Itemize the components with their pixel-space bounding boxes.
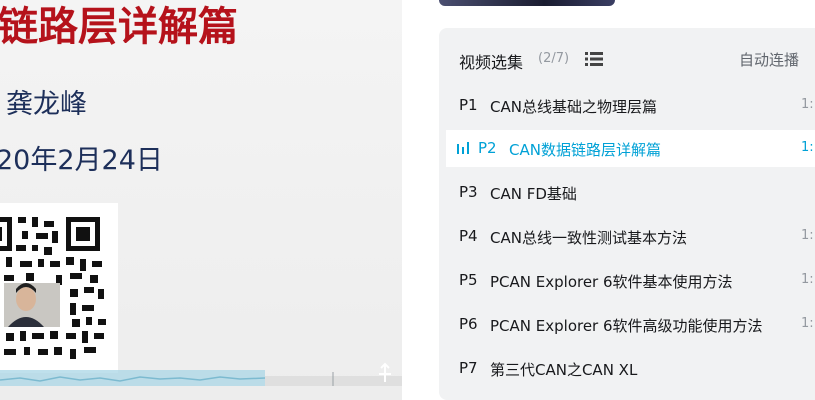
episode-duration: 1: xyxy=(801,316,814,331)
episode-number: P2 xyxy=(478,139,497,157)
episode-duration: 1: xyxy=(801,140,814,155)
episode-title: CAN数据链路层详解篇 xyxy=(509,141,661,159)
drag-handle-icon[interactable] xyxy=(376,362,394,384)
autoplay-toggle[interactable]: 自动连播 xyxy=(739,49,799,70)
episode-item[interactable]: P4 CAN总线一致性测试基本方法 1: xyxy=(439,218,815,255)
episode-title: PCAN Explorer 6软件高级功能使用方法 xyxy=(490,317,763,335)
episode-item[interactable]: P2 CAN数据链路层详解篇 1: xyxy=(446,130,815,167)
episode-duration: 1: xyxy=(801,272,814,287)
episode-item[interactable]: P1 CAN总线基础之物理层篇 1: xyxy=(439,87,815,124)
episode-item[interactable]: P6 PCAN Explorer 6软件高级功能使用方法 1: xyxy=(439,306,815,343)
episode-panel: 视频选集 (2/7) 自动连播 P1 CAN总线基础之物理层篇 1: P2 CAN数据链… xyxy=(439,28,815,400)
thumbnail-strip xyxy=(439,0,615,6)
playing-bars-icon xyxy=(457,142,469,154)
episode-number: P4 xyxy=(459,227,478,245)
episode-title: CAN总线基础之物理层篇 xyxy=(490,98,657,116)
episode-duration: 1: xyxy=(801,97,814,112)
episode-number: P3 xyxy=(459,183,478,201)
episode-title: 第三代CAN之CAN XL xyxy=(490,361,638,379)
episode-number: P5 xyxy=(459,271,478,289)
episode-title: PCAN Explorer 6软件基本使用方法 xyxy=(490,273,733,291)
episode-item[interactable]: P5 PCAN Explorer 6软件基本使用方法 1: xyxy=(439,262,815,299)
episode-number: P6 xyxy=(459,315,478,333)
slide-title: 链路层详解篇 xyxy=(0,4,238,50)
list-icon[interactable] xyxy=(585,52,603,66)
progress-waveform[interactable] xyxy=(0,366,402,388)
slide-author: 龚龙峰 xyxy=(6,89,87,120)
episode-duration: 1: xyxy=(801,228,814,243)
episode-count: (2/7) xyxy=(538,51,570,66)
episode-item[interactable]: P3 CAN FD基础 xyxy=(439,174,815,211)
episode-title: CAN FD基础 xyxy=(490,185,577,203)
panel-title: 视频选集 xyxy=(459,53,524,72)
episode-number: P1 xyxy=(459,96,478,114)
slide-date: 20年2月24日 xyxy=(0,145,163,176)
episode-number: P7 xyxy=(459,359,478,377)
episode-item[interactable]: P7 第三代CAN之CAN XL xyxy=(439,350,815,387)
video-player[interactable]: 链路层详解篇 龚龙峰 20年2月24日 xyxy=(0,0,402,400)
episode-panel-header: 视频选集 (2/7) 自动连播 xyxy=(459,49,815,73)
episode-title: CAN总线一致性测试基本方法 xyxy=(490,229,687,247)
qr-code-image xyxy=(0,203,118,373)
